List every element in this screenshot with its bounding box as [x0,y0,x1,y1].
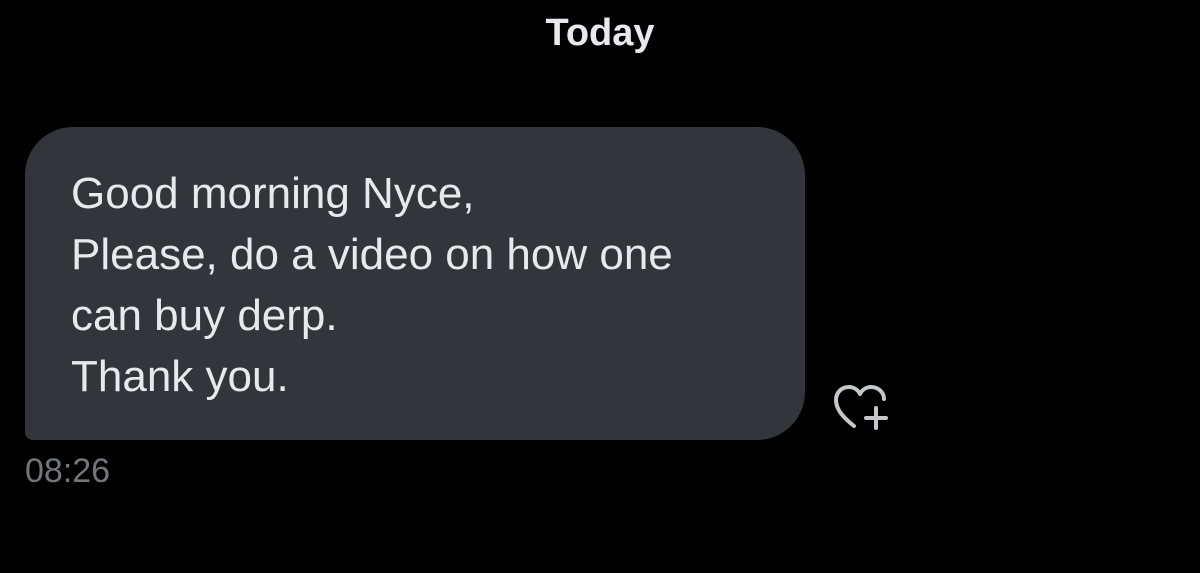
date-separator: Today [545,12,655,54]
add-reaction-button[interactable] [830,380,894,436]
message-text-line: Thank you. [71,352,289,401]
message-bubble[interactable]: Good morning Nyce, Please, do a video on… [25,127,805,440]
message-text-line: Please, do a video on how one [71,230,673,279]
message-text-line: Good morning Nyce, [71,169,475,218]
message-timestamp: 08:26 [25,452,111,490]
heart-plus-icon [834,385,888,430]
message-text-line: can buy derp. [71,291,338,340]
